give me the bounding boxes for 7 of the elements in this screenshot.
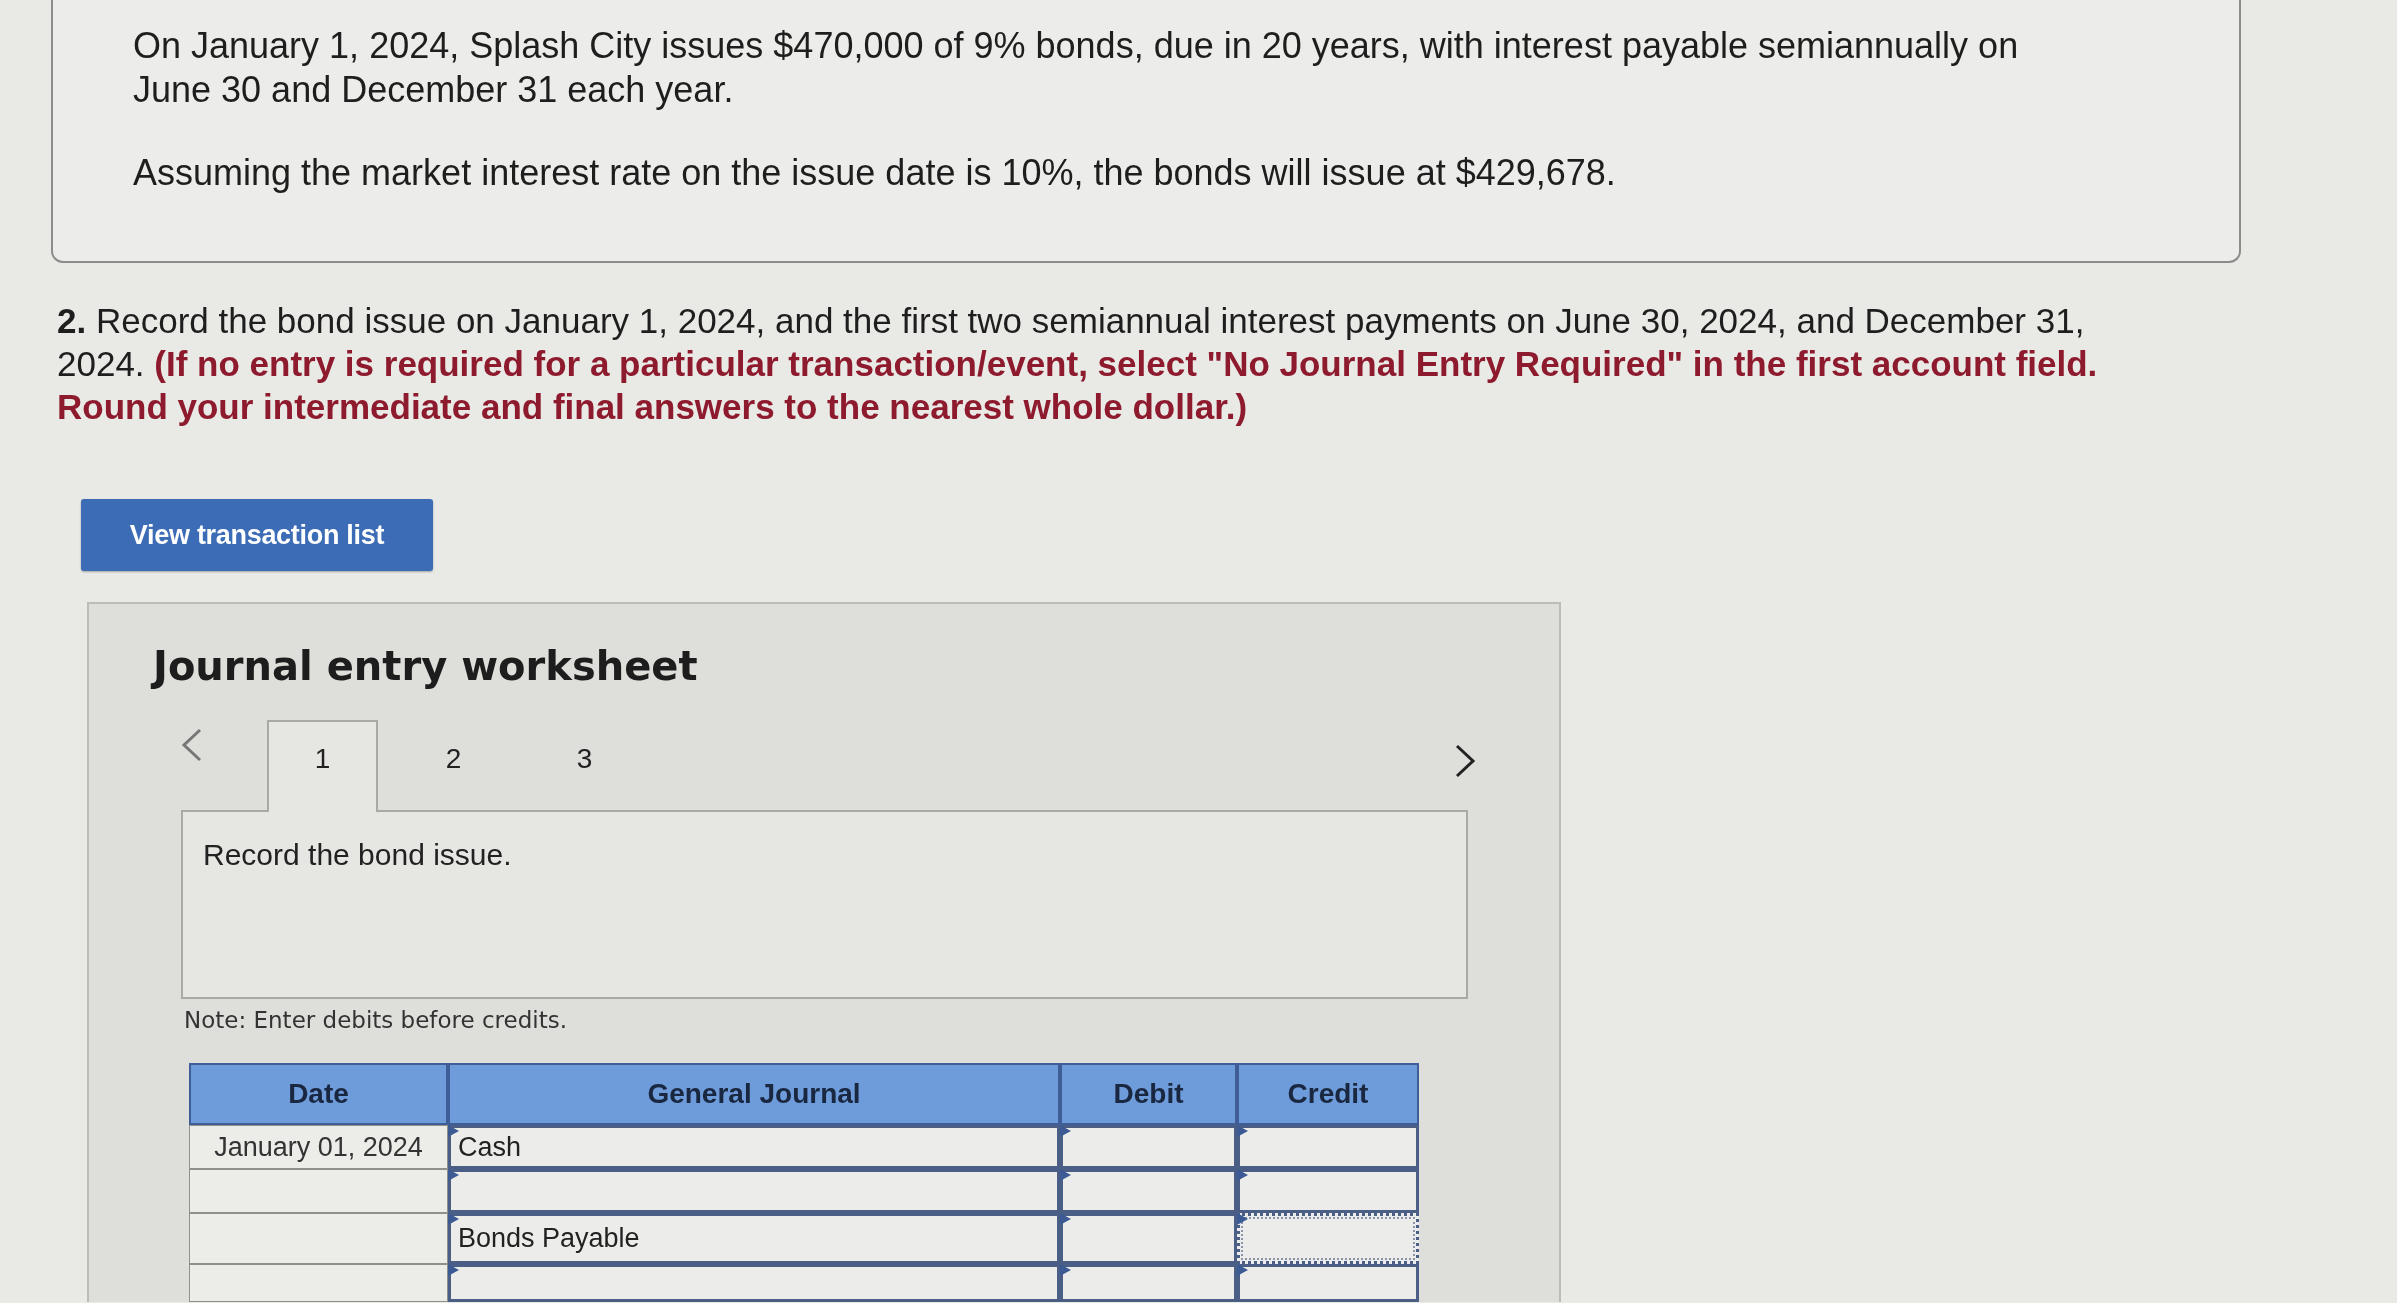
note-text: Note: Enter debits before credits.: [184, 1006, 567, 1035]
problem-text: On January 1, 2024, Splash City issues $470,000 of 9% bonds, due in 20 years, with interest payable semiannually on June 30 and December 31 each year.: [133, 24, 2020, 112]
problem-text: Assuming the market interest rate on the issue date is 10%, the bonds will issue at $429,678.: [133, 151, 1617, 195]
entry-description: Record the bond issue.: [203, 838, 512, 871]
step-tab[interactable]: 2: [398, 720, 509, 812]
step-tab[interactable]: 3: [529, 720, 640, 812]
question-text: 2. Record the bond issue on January 1, 2024, and the first two semiannual interest payments on June 30, 2024, and December 31, 2024. (If no entry is required for a particular transaction/event, select "No Journal Entry Required" in the first account field. Round your intermediate and final answers to the nearest whole dollar.): [57, 300, 2099, 428]
